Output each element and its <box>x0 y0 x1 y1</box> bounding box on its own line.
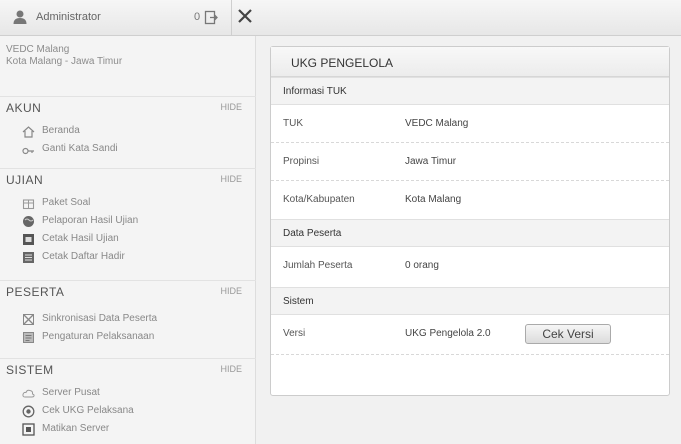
info-row-versi: Versi UKG Pengelola 2.0 Cek Versi <box>271 315 669 355</box>
info-row-tuk: TUK VEDC Malang <box>271 105 669 143</box>
check-icon <box>22 405 35 418</box>
sidebar: VEDC Malang Kota Malang - Jawa Timur AKU… <box>0 36 256 444</box>
ukg-pengelola-panel: UKG PENGELOLA Informasi TUK TUK VEDC Mal… <box>270 46 670 396</box>
panel-header: UKG PENGELOLA <box>271 47 669 77</box>
power-icon <box>22 423 35 436</box>
section-title: UJIAN <box>6 173 44 187</box>
hide-link[interactable]: HIDE <box>220 286 242 296</box>
site-info: VEDC Malang Kota Malang - Jawa Timur <box>6 44 122 68</box>
info-tuk-header: Informasi TUK <box>271 77 669 105</box>
info-row-jumlah-peserta: Jumlah Peserta 0 orang <box>271 247 669 287</box>
field-value: Jawa Timur <box>405 156 457 167</box>
print-icon <box>23 234 34 245</box>
field-label: Kota/Kabupaten <box>283 194 355 205</box>
field-value: UKG Pengelola 2.0 <box>405 328 491 339</box>
section-title: PESERTA <box>6 285 65 299</box>
section-title: AKUN <box>6 101 42 115</box>
field-label: Propinsi <box>283 156 320 167</box>
cloud-icon <box>22 389 35 398</box>
field-value: Kota Malang <box>405 194 462 205</box>
sidebar-item-label: Beranda <box>42 125 80 136</box>
field-label: Jumlah Peserta <box>283 260 353 271</box>
sidebar-item-label: Sinkronisasi Data Peserta <box>42 313 158 324</box>
sidebar-item-label: Server Pusat <box>42 387 100 398</box>
hide-link[interactable]: HIDE <box>220 174 242 184</box>
cek-versi-button[interactable]: Cek Versi <box>525 324 611 344</box>
sidebar-item-label: Ganti Kata Sandi <box>42 143 118 154</box>
site-name: VEDC Malang <box>6 44 70 55</box>
settings-icon <box>23 332 34 343</box>
field-value: 0 orang <box>405 260 439 271</box>
section-akun: AKUN HIDE <box>0 96 256 118</box>
field-label: Versi <box>283 328 306 339</box>
section-heading: Data Peserta <box>283 228 342 239</box>
sidebar-item-label: Cetak Hasil Ujian <box>42 233 119 244</box>
sync-icon <box>23 314 34 325</box>
logout-icon[interactable] <box>204 10 218 25</box>
username: Administrator <box>36 11 101 23</box>
sidebar-item-label: Pelaporan Hasil Ujian <box>42 215 139 226</box>
sidebar-item-label: Matikan Server <box>42 423 110 434</box>
section-heading: Informasi TUK <box>283 86 347 97</box>
section-sistem: SISTEM HIDE <box>0 358 256 380</box>
section-ujian: UJIAN HIDE <box>0 168 256 190</box>
package-icon <box>22 199 35 210</box>
info-row-kota: Kota/Kabupaten Kota Malang <box>271 181 669 219</box>
field-label: TUK <box>283 118 303 129</box>
notification-count: 0 <box>194 11 201 23</box>
home-icon <box>22 126 35 138</box>
info-row-propinsi: Propinsi Jawa Timur <box>271 143 669 181</box>
user-area: Administrator 0 <box>0 0 232 36</box>
key-icon <box>22 147 34 155</box>
sidebar-item-label: Paket Soal <box>42 197 91 208</box>
globe-icon <box>23 216 34 227</box>
field-value: VEDC Malang <box>405 118 469 129</box>
section-title: SISTEM <box>6 363 54 377</box>
sidebar-item-label: Cetak Daftar Hadir <box>42 251 125 262</box>
user-icon <box>13 10 27 24</box>
top-bar: Administrator 0 <box>0 0 681 36</box>
page-title: UKG PENGELOLA <box>291 56 394 70</box>
data-peserta-header: Data Peserta <box>271 219 669 247</box>
section-peserta: PESERTA HIDE <box>0 280 256 302</box>
hide-link[interactable]: HIDE <box>220 364 242 374</box>
section-heading: Sistem <box>283 296 314 307</box>
sidebar-item-label: Cek UKG Pelaksana <box>42 405 134 416</box>
list-icon <box>23 252 34 263</box>
sidebar-item-label: Pengaturan Pelaksanaan <box>42 331 155 342</box>
site-location: Kota Malang - Jawa Timur <box>6 56 123 67</box>
sistem-header: Sistem <box>271 287 669 315</box>
hide-link[interactable]: HIDE <box>220 102 242 112</box>
close-icon[interactable] <box>237 8 253 24</box>
